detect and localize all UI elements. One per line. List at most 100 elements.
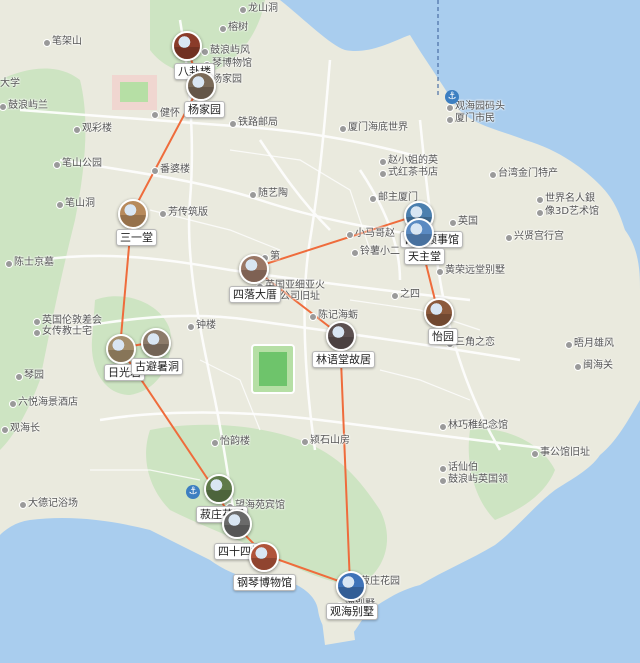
poi-marker: [309, 313, 317, 321]
poi-marker: [505, 234, 513, 242]
map-label: 闽海关: [583, 360, 613, 371]
stop-label[interactable]: 观海别墅: [326, 603, 378, 620]
poi-marker: [301, 438, 309, 446]
map-label: 林巧稚纪念馆: [448, 420, 508, 431]
poi-marker: [5, 260, 13, 268]
anchor-icon[interactable]: ⚓: [445, 90, 459, 104]
stadium-pitch: [259, 352, 287, 386]
poi-marker: [449, 219, 457, 227]
plaza-inner: [120, 82, 148, 102]
poi-marker: [53, 161, 61, 169]
stop-photo-marker[interactable]: [239, 254, 269, 284]
poi-marker: [201, 48, 209, 56]
stop-label[interactable]: 天主堂: [404, 248, 445, 265]
stop-photo-marker[interactable]: [222, 509, 252, 539]
stop-photo-marker[interactable]: [186, 71, 216, 101]
map-label: 琴博物馆: [212, 58, 252, 69]
map-label: 榕树: [228, 22, 248, 33]
map-label: 大学: [0, 78, 20, 89]
poi-marker: [439, 465, 447, 473]
stop-photo-marker[interactable]: [326, 321, 356, 351]
stop-photo-marker[interactable]: [424, 298, 454, 328]
stop-photo-marker[interactable]: [336, 571, 366, 601]
poi-marker: [211, 439, 219, 447]
poi-marker: [339, 125, 347, 133]
poi-marker: [379, 170, 387, 178]
map-label: 女传教士宅: [42, 326, 92, 337]
map-label: 观彩楼: [82, 123, 112, 134]
poi-marker: [346, 231, 354, 239]
map-label: 随艺陶: [258, 188, 288, 199]
map-label: 厦门市民: [455, 113, 495, 124]
stop-photo-marker[interactable]: [204, 474, 234, 504]
stop-label[interactable]: 四落大厝: [229, 286, 281, 303]
map-label: 笔山洞: [65, 198, 95, 209]
map-label: 观海长: [10, 423, 40, 434]
poi-marker: [19, 501, 27, 509]
map-label: 黄荣远堂别墅: [445, 265, 505, 276]
map-label: 龙山洞: [248, 3, 278, 14]
poi-marker: [351, 249, 359, 257]
map-label: 鼓浪屿兰: [8, 100, 48, 111]
map-label: 大德记浴场: [28, 498, 78, 509]
map-label: 铃薯小二: [360, 246, 400, 257]
poi-marker: [446, 116, 454, 124]
stop-photo-marker[interactable]: [172, 31, 202, 61]
poi-marker: [565, 341, 573, 349]
map-label: 赵小姐的英: [388, 155, 438, 166]
map-label: 小马哥赵: [355, 228, 395, 239]
map-label: 兴贤宫行宫: [514, 231, 564, 242]
poi-marker: [33, 329, 41, 337]
map-label: 颍石山房: [310, 435, 350, 446]
poi-marker: [391, 292, 399, 300]
anchor-icon[interactable]: ⚓: [186, 485, 200, 499]
stop-label[interactable]: 钢琴博物馆: [233, 574, 296, 591]
poi-marker: [229, 120, 237, 128]
map-label: 怡韵楼: [220, 436, 250, 447]
map-label: 笔架山: [52, 36, 82, 47]
map-label: 世界名人銀: [545, 193, 595, 204]
stop-photo-marker[interactable]: [404, 218, 434, 248]
map-label: 话仙伯: [448, 462, 478, 473]
map-label: 观海园码头: [455, 101, 505, 112]
stop-label[interactable]: 三一堂: [116, 229, 157, 246]
stop-label[interactable]: 杨家园: [184, 101, 225, 118]
map-label: 健怀: [160, 108, 180, 119]
map-label: 像3D艺术馆: [545, 206, 600, 217]
poi-marker: [446, 104, 454, 112]
poi-marker: [33, 318, 41, 326]
poi-marker: [187, 323, 195, 331]
poi-marker: [439, 477, 447, 485]
poi-marker: [151, 111, 159, 119]
poi-marker: [249, 191, 257, 199]
poi-marker: [239, 6, 247, 14]
poi-marker: [56, 201, 64, 209]
map-label: 英国: [458, 216, 478, 227]
map-label: 笔山公园: [62, 158, 102, 169]
poi-marker: [531, 450, 539, 458]
poi-marker: [379, 158, 387, 166]
map-label: 琴园: [24, 370, 44, 381]
map-label: 钟楼: [196, 320, 216, 331]
stop-photo-marker[interactable]: [141, 328, 171, 358]
map-label: 之四: [400, 289, 420, 300]
stop-label[interactable]: 怡园: [428, 328, 458, 345]
map-label: 铁路邮局: [238, 117, 278, 128]
map-label: 第: [270, 251, 280, 262]
map-label: 晤月雄风: [574, 338, 614, 349]
poi-marker: [73, 126, 81, 134]
stop-photo-marker[interactable]: [249, 542, 279, 572]
poi-marker: [43, 39, 51, 47]
map-label: 事公馆旧址: [540, 447, 590, 458]
map-label: 台湾金门特产: [498, 168, 558, 179]
map-label: 厦门海底世界: [348, 122, 408, 133]
map-label: 鼓浪屿风: [210, 45, 250, 56]
poi-marker: [574, 363, 582, 371]
stop-label[interactable]: 古避暑洞: [131, 358, 183, 375]
stop-photo-marker[interactable]: [118, 199, 148, 229]
stop-label[interactable]: 林语堂故居: [312, 351, 375, 368]
poi-marker: [219, 25, 227, 33]
map-canvas[interactable]: [0, 0, 640, 663]
poi-marker: [159, 210, 167, 218]
poi-marker: [439, 423, 447, 431]
